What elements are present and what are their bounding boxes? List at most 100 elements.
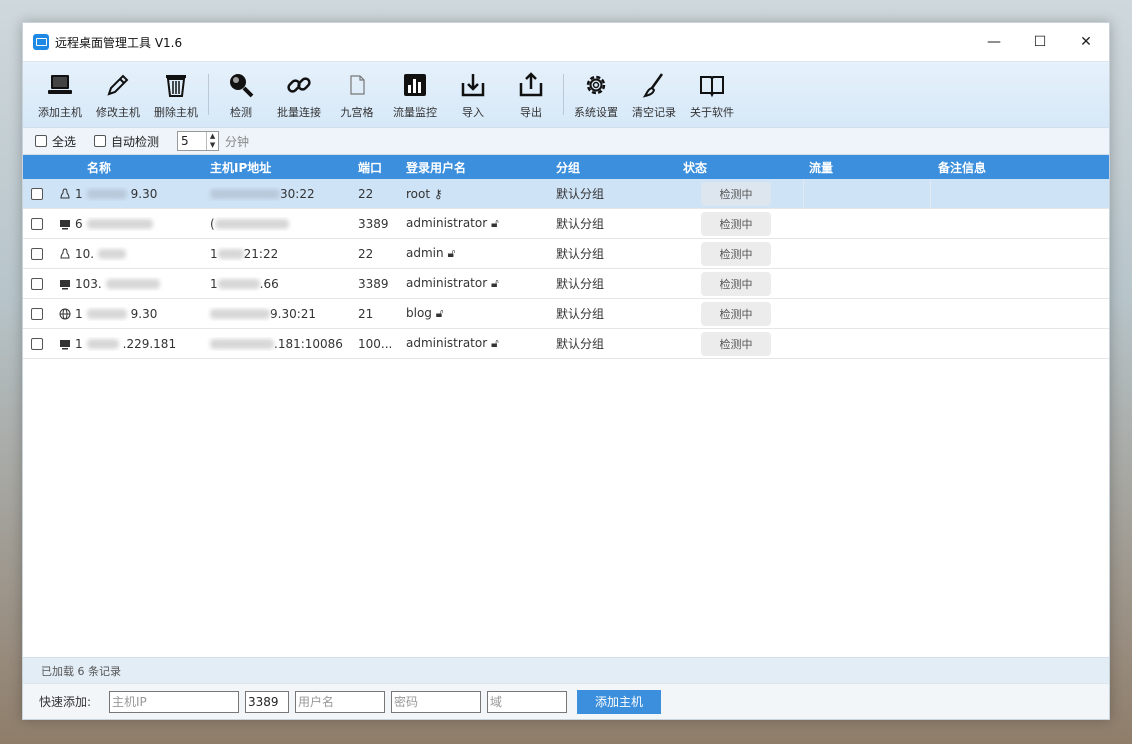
header-notes[interactable]: 备注信息	[930, 159, 1109, 176]
close-button[interactable]: ✕	[1063, 23, 1109, 61]
host-user: blog 🔓︎	[406, 306, 444, 320]
host-name: 6	[51, 217, 206, 231]
monitor-app-icon	[33, 34, 49, 50]
clear-records-button[interactable]: 清空记录	[625, 62, 683, 127]
edit-host-button[interactable]: 修改主机	[89, 62, 147, 127]
brush-icon	[639, 70, 669, 100]
status-button[interactable]: 检测中	[701, 181, 771, 206]
maximize-button[interactable]: ☐	[1017, 23, 1063, 61]
redacted-text	[86, 218, 153, 229]
import-button[interactable]: 导入	[444, 62, 502, 127]
lock-icon: 🔓︎	[447, 246, 456, 260]
add-host-button[interactable]: 添加主机	[31, 62, 89, 127]
host-user: administrator 🔓︎	[406, 336, 499, 350]
system-settings-button[interactable]: 系统设置	[567, 62, 625, 127]
checkbox-box[interactable]	[94, 135, 107, 147]
pencil-icon	[103, 70, 133, 100]
quick-add-host-button[interactable]: 添加主机	[577, 689, 661, 714]
status-button[interactable]: 检测中	[701, 211, 771, 236]
book-icon	[697, 70, 727, 100]
globe-icon	[59, 308, 71, 320]
header-status[interactable]: 状态	[683, 159, 803, 176]
lock-icon: 🔓︎	[491, 336, 499, 350]
table-row[interactable]: 6 ( 3389 administrator 🔓︎ 默认分组 检测中	[23, 209, 1109, 239]
batch-connect-button[interactable]: 批量连接	[270, 62, 328, 127]
host-port: 21	[358, 306, 374, 321]
checkbox-box[interactable]	[35, 135, 47, 147]
host-name: 1.229.181	[51, 337, 206, 351]
host-ip: (	[206, 217, 354, 231]
status-button[interactable]: 检测中	[701, 241, 771, 266]
linux-icon	[59, 187, 71, 200]
status-button[interactable]: 检测中	[701, 271, 771, 296]
row-checkbox[interactable]	[31, 307, 43, 320]
interval-unit: 分钟	[225, 134, 250, 149]
host-ip: 30:22	[206, 187, 354, 201]
delete-host-button[interactable]: 删除主机	[147, 62, 205, 127]
header-name[interactable]: 名称	[51, 159, 206, 176]
interval-stepper[interactable]: 5 ▲ ▼	[177, 131, 220, 151]
export-button[interactable]: 导出	[502, 62, 560, 127]
row-checkbox[interactable]	[31, 187, 43, 200]
redacted-text	[217, 249, 244, 259]
host-ip-input[interactable]: 主机IP	[109, 690, 239, 713]
grid-view-label: 九宫格	[340, 106, 374, 119]
table-row[interactable]: 103. 1.66 3389 administrator 🔓︎ 默认分组 检测中	[23, 269, 1109, 299]
minimize-button[interactable]: —	[971, 23, 1017, 61]
host-user: admin 🔓︎	[406, 246, 456, 260]
about-label: 关于软件	[690, 106, 734, 119]
header-port[interactable]: 端口	[354, 159, 404, 176]
stepper-up-icon[interactable]: ▲	[207, 132, 218, 141]
lock-icon: 🔓︎	[435, 306, 444, 320]
stepper-arrows[interactable]: ▲ ▼	[206, 132, 218, 150]
traffic-monitor-label: 流量监控	[393, 106, 437, 119]
bar-chart-icon	[400, 70, 430, 100]
redacted-text	[86, 308, 127, 319]
toolbar-divider	[563, 74, 564, 115]
window-title: 远程桌面管理工具 V1.6	[55, 35, 183, 50]
host-ip: 9.30:21	[206, 307, 354, 321]
lock-icon: 🔓︎	[491, 216, 499, 230]
quick-add-label: 快速添加:	[39, 695, 92, 709]
header-user[interactable]: 登录用户名	[404, 159, 556, 176]
username-input[interactable]: 用户名	[295, 690, 385, 713]
detect-button[interactable]: 检测	[212, 62, 270, 127]
header-traffic[interactable]: 流量	[803, 159, 930, 176]
table-row[interactable]: 1 9.30 30:22 22 root ⚷ 默认分组 检测中	[23, 179, 1109, 209]
row-checkbox[interactable]	[31, 337, 43, 350]
domain-input[interactable]: 域	[487, 690, 567, 713]
host-group: 默认分组	[556, 187, 605, 201]
detect-label: 检测	[230, 106, 252, 119]
status-button[interactable]: 检测中	[701, 301, 771, 326]
redacted-text	[210, 339, 274, 349]
row-checkbox[interactable]	[31, 277, 43, 290]
host-user: administrator 🔓︎	[406, 216, 499, 230]
redacted-text	[217, 279, 260, 289]
interval-value[interactable]: 5	[181, 134, 189, 148]
about-button[interactable]: 关于软件	[683, 62, 741, 127]
host-name: 1 9.30	[51, 187, 206, 201]
row-checkbox[interactable]	[31, 247, 43, 260]
select-all-checkbox[interactable]: 全选	[35, 133, 76, 150]
redacted-text	[86, 338, 119, 349]
table-row[interactable]: 1.229.181 .181:10086 100... administrato…	[23, 329, 1109, 359]
app-window: 远程桌面管理工具 V1.6 — ☐ ✕ 添加主机 修改主机 删除主机 检测 批量…	[22, 22, 1110, 720]
grid-view-button[interactable]: 九宫格	[328, 62, 386, 127]
options-bar: 全选 自动检测 5 ▲ ▼ 分钟	[23, 127, 1109, 155]
header-group[interactable]: 分组	[556, 159, 683, 176]
host-name: 10.	[51, 247, 206, 261]
stepper-down-icon[interactable]: ▼	[207, 141, 218, 150]
row-checkbox[interactable]	[31, 217, 43, 230]
header-ip[interactable]: 主机IP地址	[206, 159, 354, 176]
host-group: 默认分组	[556, 247, 605, 261]
table-row[interactable]: 10. 1 21:22 22 admin 🔓︎ 默认分组 检测中	[23, 239, 1109, 269]
host-group: 默认分组	[556, 277, 605, 291]
status-button[interactable]: 检测中	[701, 331, 771, 356]
traffic-monitor-button[interactable]: 流量监控	[386, 62, 444, 127]
windows-icon	[59, 278, 71, 290]
table-row[interactable]: 1 9.30 9.30:21 21 blog 🔓︎ 默认分组 检测中	[23, 299, 1109, 329]
password-input[interactable]: 密码	[391, 690, 481, 713]
auto-detect-checkbox[interactable]: 自动检测	[94, 133, 159, 150]
port-input[interactable]: 3389	[245, 690, 289, 713]
search-icon	[226, 70, 256, 100]
